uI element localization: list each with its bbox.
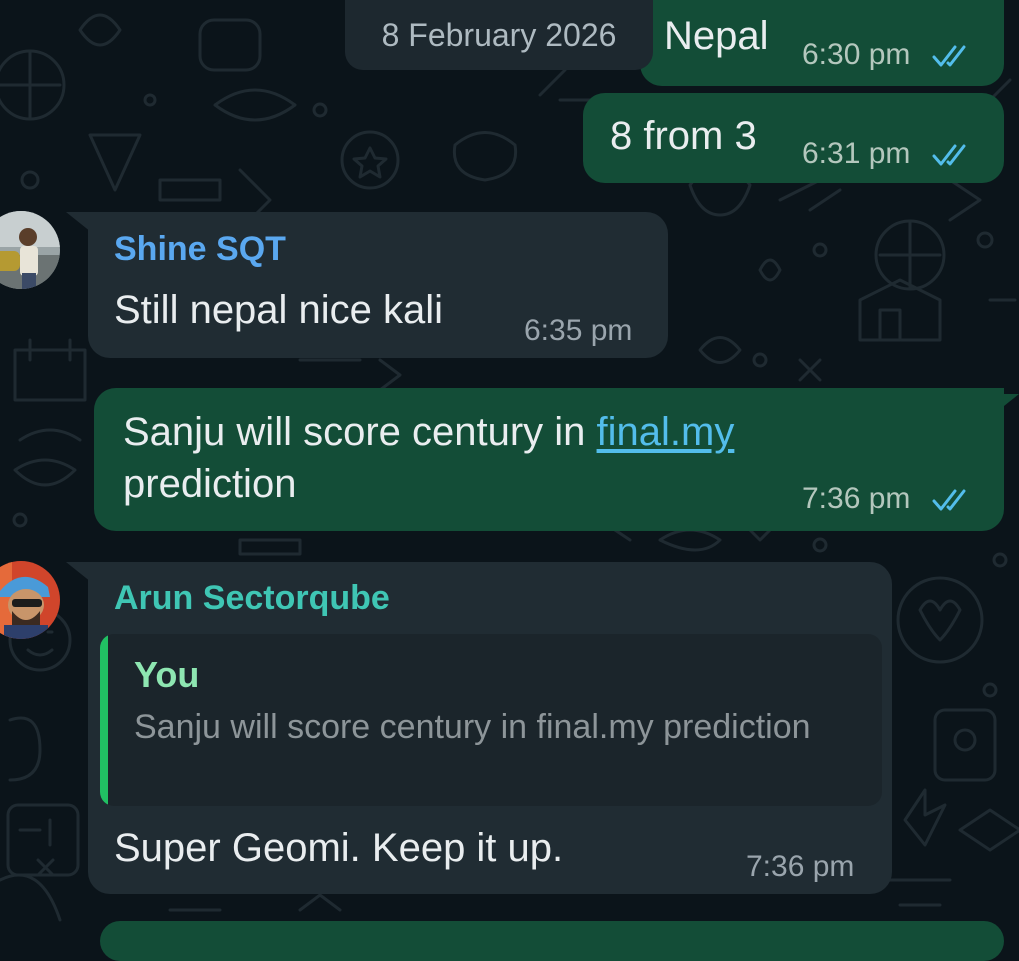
message-text: Super Geomi. Keep it up. — [114, 826, 564, 870]
outgoing-message[interactable]: Sanju will score century in final.my pre… — [94, 388, 1004, 531]
chat-area[interactable]: Nepal 6:30 pm 8 February 2026 8 from 3 6… — [0, 0, 1019, 961]
message-link[interactable]: final.my — [597, 410, 735, 454]
avatar[interactable] — [0, 211, 60, 289]
message-text: Sanju will score century in final.my — [123, 406, 734, 458]
outgoing-message[interactable]: 8 from 3 6:31 pm — [583, 93, 1004, 183]
quote-bar — [100, 634, 108, 806]
message-time: 7:36 pm — [746, 850, 855, 883]
sender-name[interactable]: Arun Sectorqube — [114, 579, 390, 618]
date-separator: 8 February 2026 — [345, 0, 653, 70]
bubble-tail — [1004, 394, 1019, 406]
message-time: 7:36 pm — [802, 482, 911, 515]
message-text: Nepal — [664, 14, 769, 58]
incoming-message[interactable]: Arun Sectorqube You Sanju will score cen… — [88, 562, 892, 894]
quoted-text: Sanju will score century in final.my pre… — [134, 708, 811, 746]
message-text: 8 from 3 — [610, 114, 757, 158]
message-text-line: Sanju will score century in — [123, 410, 597, 454]
message-text: Still nepal nice kali — [114, 288, 444, 332]
message-text-line: prediction — [123, 462, 297, 506]
quoted-message[interactable]: You Sanju will score century in final.my… — [100, 634, 882, 806]
outgoing-message-partial[interactable] — [100, 921, 1004, 961]
message-time: 6:31 pm — [802, 137, 911, 170]
message-time: 6:30 pm — [802, 38, 911, 71]
avatar[interactable] — [0, 561, 60, 639]
double-check-read-icon — [932, 144, 966, 166]
quoted-author: You — [134, 654, 200, 695]
sender-name[interactable]: Shine SQT — [114, 230, 286, 269]
message-time: 6:35 pm — [524, 314, 633, 347]
double-check-read-icon — [932, 489, 966, 511]
outgoing-message[interactable]: Nepal 6:30 pm — [640, 0, 1004, 86]
double-check-read-icon — [932, 45, 966, 67]
incoming-message[interactable]: Shine SQT Still nepal nice kali 6:35 pm — [88, 212, 668, 358]
